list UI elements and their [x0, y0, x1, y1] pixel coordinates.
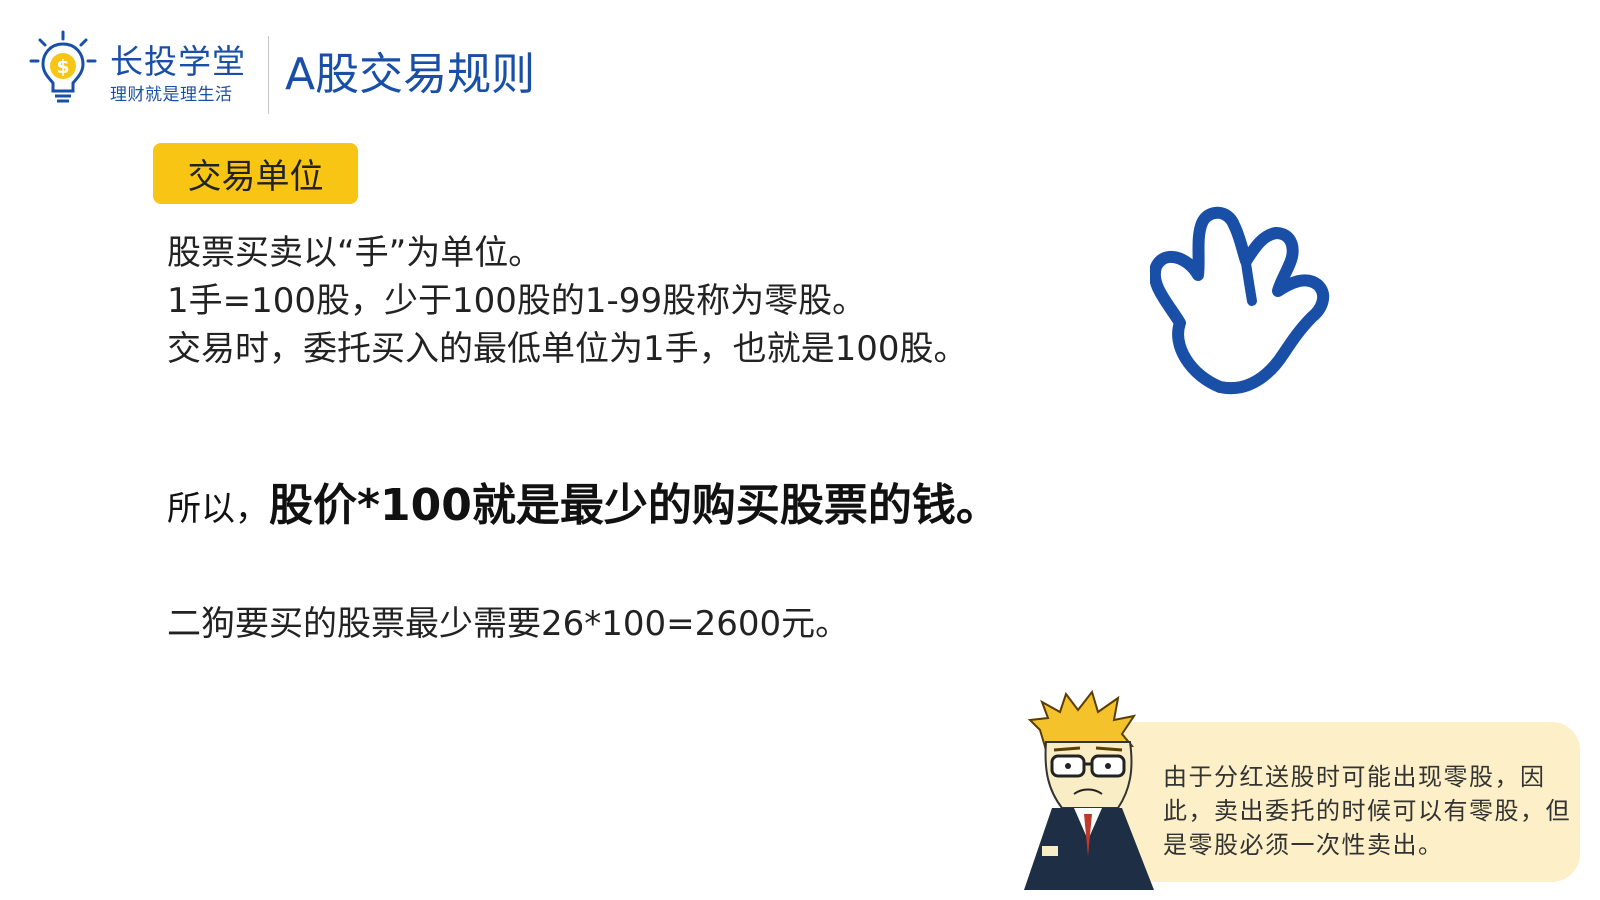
rule-line: 交易时，委托买入的最低单位为1手，也就是100股。 [167, 329, 968, 369]
cartoon-man-icon [1024, 690, 1154, 890]
rule-line: 1手=100股，少于100股的1-99股称为零股。 [167, 281, 867, 321]
header-divider [268, 36, 269, 114]
page-title: A股交易规则 [285, 49, 536, 100]
section-tag: 交易单位 [153, 143, 358, 204]
rule-line: 股票买卖以“手”为单位。 [167, 233, 543, 273]
slide: $ 长投学堂 理财就是理生活 A股交易规则 交易单位 股票买卖以“手”为单位。 … [0, 0, 1600, 900]
conclusion-prefix: 所以， [167, 489, 269, 529]
note-text: 由于分红送股时可能出现零股，因此，卖出委托的时候可以有零股，但是零股必须一次性卖… [1163, 763, 1571, 859]
brand-name: 长投学堂 [110, 42, 246, 81]
section-tag-label: 交易单位 [187, 157, 324, 197]
example-line: 二狗要买的股票最少需要26*100=2600元。 [167, 604, 850, 644]
brand-slogan: 理财就是理生活 [110, 85, 233, 105]
lightbulb-dollar-icon: $ [29, 30, 97, 103]
conclusion-bold: 股价*100就是最少的购买股票的钱。 [269, 480, 1000, 531]
hand-icon [1150, 206, 1330, 395]
rules-block: 股票买卖以“手”为单位。 1手=100股，少于100股的1-99股称为零股。 交… [167, 229, 968, 373]
conclusion-line: 所以，股价*100就是最少的购买股票的钱。 [167, 476, 1000, 545]
svg-text:$: $ [56, 56, 69, 78]
